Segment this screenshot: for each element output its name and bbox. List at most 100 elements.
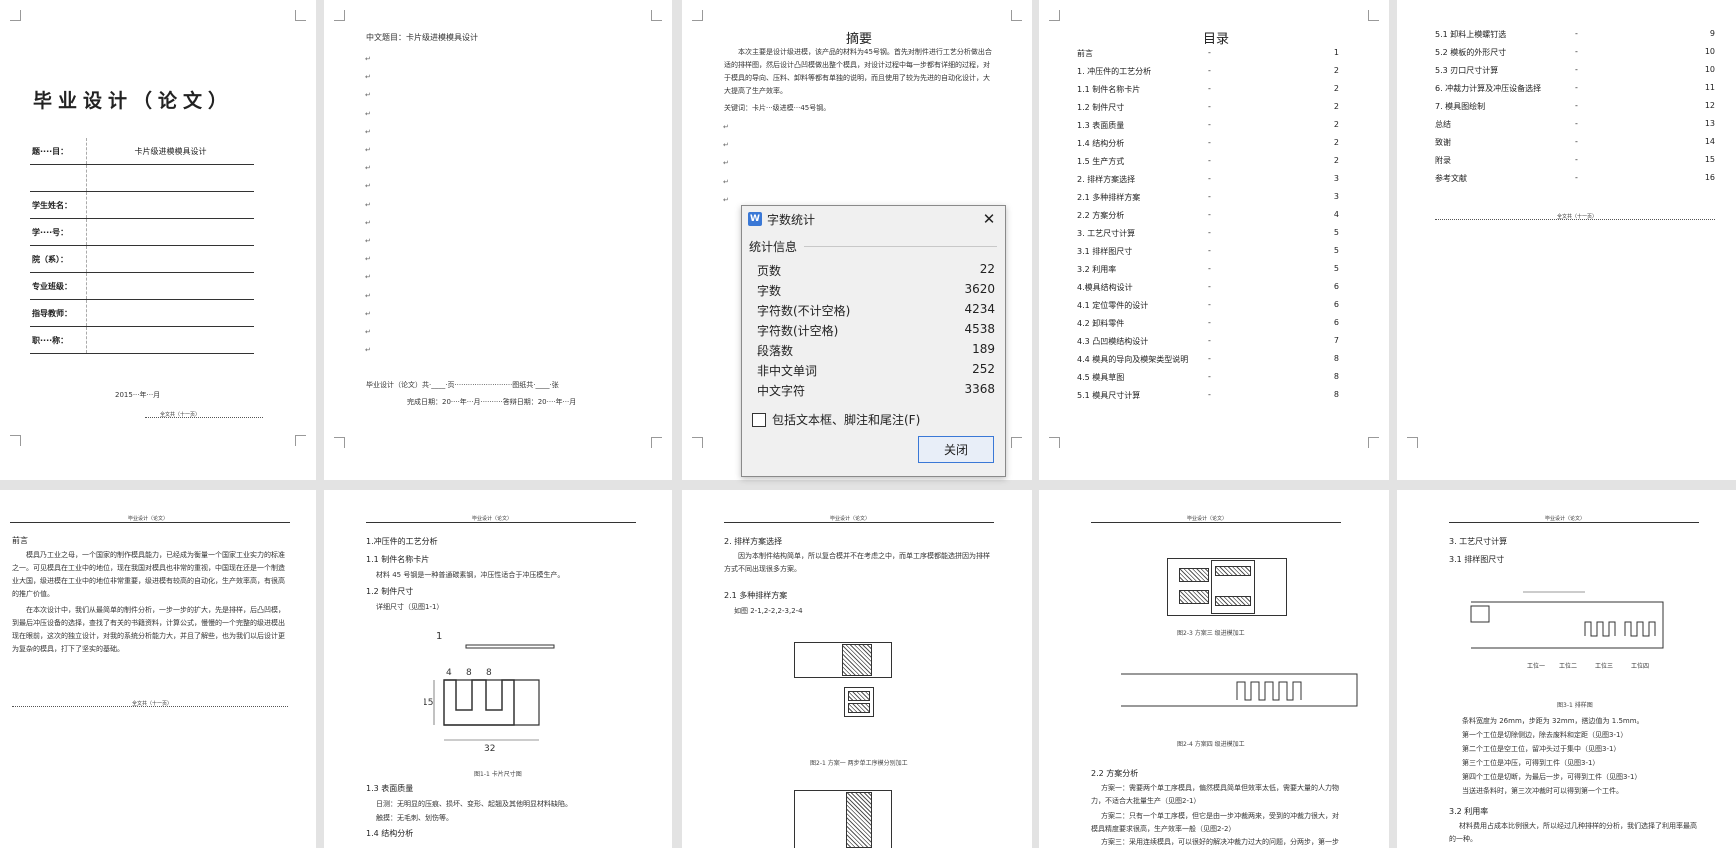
toc-entry[interactable]: 4.5 模具草图 -8 (1077, 372, 1339, 390)
toc-entry[interactable]: 7. 模具图绘制 -12 (1435, 101, 1715, 119)
section-text: 当送进条料时，第三次冲裁时可以得到第一个工件。 (1462, 787, 1623, 795)
page-section-2-continued: 毕业设计（论文） 图2-3 方案三 级进模加工 图2-4 方案四 级进模加工 2… (1039, 490, 1389, 848)
section-text: 第二个工位是空工位，留冲头过于集中（见图3-1） (1462, 745, 1621, 753)
toc-entry[interactable]: 1.1 制件名称卡片 -2 (1077, 84, 1339, 102)
toc-list: 前言 -1 1. 冲压件的工艺分析 -2 1.1 制件名称卡片 -2 1.2 制件尺寸… (1077, 48, 1339, 418)
toc-entry[interactable]: 总结 -13 (1435, 119, 1715, 137)
station-label: 工位一 (1527, 662, 1545, 670)
station-label: 工位二 (1559, 662, 1577, 670)
toc-entry[interactable]: 5.1 卸料上模螺钉选 -9 (1435, 29, 1715, 47)
table-row: 院（系）： (30, 245, 254, 273)
toc-entry[interactable]: 4.1 定位零件的设计 -6 (1077, 300, 1339, 318)
page-preface: 毕业设计（论文） 前言 模具乃工业之母，一个国家的制作模具能力，已经成为衡量一个… (0, 490, 316, 848)
cover-value (86, 299, 254, 327)
word-count-dialog[interactable]: W 字数统计 ✕ 统计信息 页数 22 字数 3620 字符数(不计空格) 4234 … (741, 205, 1006, 477)
cover-label: 指导教师： (30, 299, 87, 327)
cover-label: 专业班级： (30, 272, 87, 300)
cover-title: 毕业设计（论文） (33, 90, 234, 112)
toc-entry[interactable]: 2.1 多种排样方案 -3 (1077, 192, 1339, 210)
toc-entry[interactable]: 参考文献 -16 (1435, 173, 1715, 191)
toc-entry[interactable]: 2. 排样方案选择 -3 (1077, 174, 1339, 192)
close-button[interactable]: 关闭 (918, 436, 994, 463)
figure-caption: 图2-1 方案一 两步单工序模分别加工 (810, 760, 908, 767)
strip-part (1179, 590, 1209, 604)
abstract-text: 本次主要是设计级进模，该产品的材料为45号钢。首先对制件进行工艺分析做出合适的排… (724, 48, 992, 95)
dimension-label: 32 (484, 744, 495, 754)
toc-entry[interactable]: 3. 工艺尺寸计算 -5 (1077, 228, 1339, 246)
toc-entry[interactable]: 1.2 制件尺寸 -2 (1077, 102, 1339, 120)
figure-caption: 图2-3 方案三 级进模加工 (1177, 630, 1245, 637)
page-header: 毕业设计（论文） (128, 516, 169, 522)
toc-entry[interactable]: 1.5 生产方式 -2 (1077, 156, 1339, 174)
page-section-1: 毕业设计（论文） 1.冲压件的工艺分析 1.1 制件名称卡片 材料 45 号钢是… (324, 490, 672, 848)
section-heading: 3.1 排样图尺寸 (1449, 555, 1505, 564)
toc-entry[interactable]: 附录 -15 (1435, 155, 1715, 173)
section-text: 第一个工位是切除侧边，除去废料和定距（见图3-1） (1462, 731, 1628, 739)
crop-mark (334, 10, 345, 21)
crop-mark (1368, 10, 1379, 21)
preface-paragraph: 在本次设计中，我们从最简单的制件分析，一步一步的扩大，先是排样，后凸凹模，到最后… (12, 606, 285, 653)
footer-line (1435, 219, 1715, 220)
section-heading: 2. 排样方案选择 (724, 537, 783, 546)
figure-caption: 图3-1 排样图 (1557, 702, 1593, 709)
crop-mark (1011, 10, 1022, 21)
toc-entry[interactable]: 4.模具结构设计 -6 (1077, 282, 1339, 300)
chinese-title-line: 中文题目：卡片级进模模具设计 (366, 33, 478, 42)
stat-row: 字符数(计空格) 4538 (757, 322, 995, 338)
toc-entry[interactable]: 5.3 刃口尺寸计算 -10 (1435, 65, 1715, 83)
toc-entry[interactable]: 2.2 方案分析 -4 (1077, 210, 1339, 228)
table-row: 专业班级： (30, 272, 254, 300)
cover-value (86, 164, 254, 192)
section-heading: 3.2 利用率 (1449, 807, 1489, 816)
toc-entry[interactable]: 4.4 模具的导向及模架类型说明 -8 (1077, 354, 1339, 372)
footer-line (145, 417, 263, 418)
section-text: 材料 45 号钢是一种普通碳素钢，冲压性适合于冲压模生产。 (376, 571, 565, 579)
toc-entry[interactable]: 3.1 排样图尺寸 -5 (1077, 246, 1339, 264)
stats-section-label: 统计信息 (749, 240, 798, 254)
cover-label: 职····称： (30, 326, 87, 354)
toc-entry[interactable]: 6. 冲裁力计算及冲压设备选择 -11 (1435, 83, 1715, 101)
table-row: 指导教师： (30, 299, 254, 327)
toc-entry[interactable]: 前言 -1 (1077, 48, 1339, 66)
close-icon[interactable]: ✕ (979, 209, 999, 229)
preface-paragraph: 模具乃工业之母，一个国家的制作模具能力，已经成为衡量一个国家工业实力的标准之一。… (12, 551, 285, 598)
section-heading: 3. 工艺尺寸计算 (1449, 537, 1508, 546)
crop-mark (1407, 437, 1418, 448)
stat-row: 页数 22 (757, 262, 995, 278)
section-text: 第四个工位是切断，为最后一步，可得到工件（见图3-1） (1462, 773, 1642, 781)
toc-entry[interactable]: 4.2 卸料零件 -6 (1077, 318, 1339, 336)
checkbox-label: 包括文本框、脚注和尾注(F) (772, 413, 921, 427)
table-row (30, 164, 254, 192)
toc-entry[interactable]: 3.2 利用率 -5 (1077, 264, 1339, 282)
crop-mark (1368, 437, 1379, 448)
paragraph-marks: ↵ ↵ ↵ ↵ ↵ (723, 123, 729, 204)
toc-entry[interactable]: 致谢 -14 (1435, 137, 1715, 155)
thesis-stats-line: 毕业设计（论文）共·____·页························… (366, 381, 559, 389)
station-label: 工位三 (1595, 662, 1613, 670)
dimension-label: 8 (486, 668, 492, 678)
table-row: 题····目： 卡片级进模模具设计 (30, 138, 254, 165)
toc-entry[interactable]: 5.1 模具尺寸计算 -8 (1077, 390, 1339, 408)
toc-entry[interactable]: 4.3 凸凹模结构设计 -7 (1077, 336, 1339, 354)
header-line (724, 522, 994, 523)
toc-entry[interactable]: 1.3 表面质量 -2 (1077, 120, 1339, 138)
wps-writer-icon: W (748, 212, 762, 226)
checkbox-box[interactable] (752, 412, 766, 427)
strip-part (842, 644, 872, 676)
section-heading: 1.1 制件名称卡片 (366, 555, 430, 564)
cover-date: 2015···年···月 (115, 391, 161, 399)
include-textbox-footnote-checkbox[interactable]: 包括文本框、脚注和尾注(F) (752, 411, 920, 428)
cover-value (86, 272, 254, 300)
toc-entry[interactable]: 1.4 结构分析 -2 (1077, 138, 1339, 156)
strip-part (1179, 568, 1209, 582)
crop-mark (10, 10, 21, 21)
dialog-title-bar[interactable]: W 字数统计 (748, 210, 815, 228)
toc-entry[interactable]: 5.2 模板的外形尺寸 -10 (1435, 47, 1715, 65)
strip-part (846, 792, 872, 848)
toc-entry[interactable]: 1. 冲压件的工艺分析 -2 (1077, 66, 1339, 84)
section-heading: 2.1 多种排样方案 (724, 591, 788, 600)
section-heading: 1.3 表面质量 (366, 784, 414, 793)
section-heading: 1.4 结构分析 (366, 829, 414, 838)
cover-label: 院（系）： (30, 245, 87, 273)
strip-drawing (1121, 673, 1358, 707)
